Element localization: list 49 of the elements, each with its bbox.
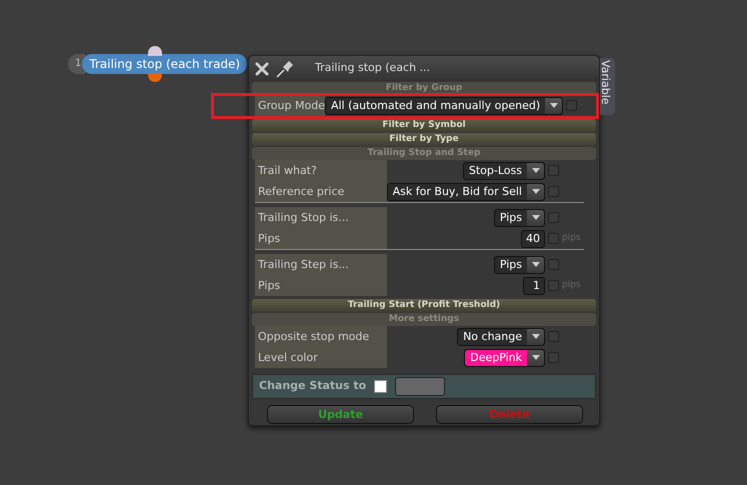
connector-pin[interactable] bbox=[148, 46, 162, 56]
field-label: Trailing Stop is... bbox=[255, 207, 387, 228]
node-title[interactable]: Trailing stop (each trade) bbox=[82, 54, 248, 74]
caret-icon[interactable] bbox=[550, 103, 558, 108]
dropdown[interactable]: Stop-Loss bbox=[462, 162, 545, 180]
field-label: Pips bbox=[255, 275, 387, 296]
checkbox[interactable] bbox=[548, 331, 559, 342]
number-field[interactable]: 40 bbox=[521, 230, 545, 248]
caret-icon[interactable] bbox=[532, 355, 540, 360]
caret-icon[interactable] bbox=[532, 168, 540, 173]
checkbox[interactable] bbox=[548, 352, 559, 363]
dropdown[interactable]: Pips bbox=[494, 208, 545, 226]
window-title: Trailing stop (each ... bbox=[315, 60, 430, 76]
checkbox[interactable] bbox=[548, 186, 559, 197]
checkbox[interactable] bbox=[548, 165, 559, 176]
section-header[interactable]: Filter by Type bbox=[252, 133, 596, 146]
section-header[interactable]: Filter by Symbol bbox=[252, 119, 596, 132]
status-field[interactable] bbox=[395, 377, 446, 396]
close-icon[interactable] bbox=[255, 62, 269, 76]
checkbox[interactable] bbox=[374, 380, 388, 393]
checkbox[interactable] bbox=[548, 233, 559, 244]
connector-pin[interactable] bbox=[148, 73, 162, 82]
field-label: Pips bbox=[255, 228, 387, 249]
field-label: Opposite stop mode bbox=[255, 326, 387, 347]
dropdown[interactable]: Ask for Buy, Bid for Sell bbox=[386, 182, 545, 200]
status-label: Change Status to bbox=[259, 378, 366, 394]
caret-icon[interactable] bbox=[532, 189, 540, 194]
caret-icon[interactable] bbox=[532, 262, 540, 267]
dropdown[interactable]: No change bbox=[457, 328, 545, 346]
checkbox[interactable] bbox=[548, 259, 559, 270]
side-tab[interactable]: Variable bbox=[600, 58, 615, 115]
dropdown[interactable]: Pips bbox=[494, 256, 545, 274]
node-index: 1 bbox=[68, 54, 86, 74]
update-button[interactable]: Update bbox=[267, 405, 414, 424]
section-header[interactable]: Trailing Start (Profit Treshold) bbox=[252, 299, 596, 312]
caret-icon[interactable] bbox=[532, 215, 540, 220]
field-label: Group Mode bbox=[255, 95, 325, 116]
field-label: Trail what? bbox=[255, 160, 387, 181]
checkbox[interactable] bbox=[548, 280, 559, 291]
field-label: Reference price bbox=[255, 181, 387, 202]
dropdown[interactable]: All (automated and manually opened) bbox=[324, 96, 564, 114]
checkbox[interactable] bbox=[548, 212, 559, 223]
pin-icon[interactable] bbox=[275, 60, 295, 78]
number-field[interactable]: 1 bbox=[523, 276, 545, 294]
dropdown[interactable]: DeepPink bbox=[464, 348, 545, 366]
field-label: Trailing Step is... bbox=[255, 254, 387, 275]
checkbox[interactable] bbox=[566, 100, 578, 111]
field-label: Level color bbox=[255, 347, 387, 368]
caret-icon[interactable] bbox=[532, 334, 540, 339]
